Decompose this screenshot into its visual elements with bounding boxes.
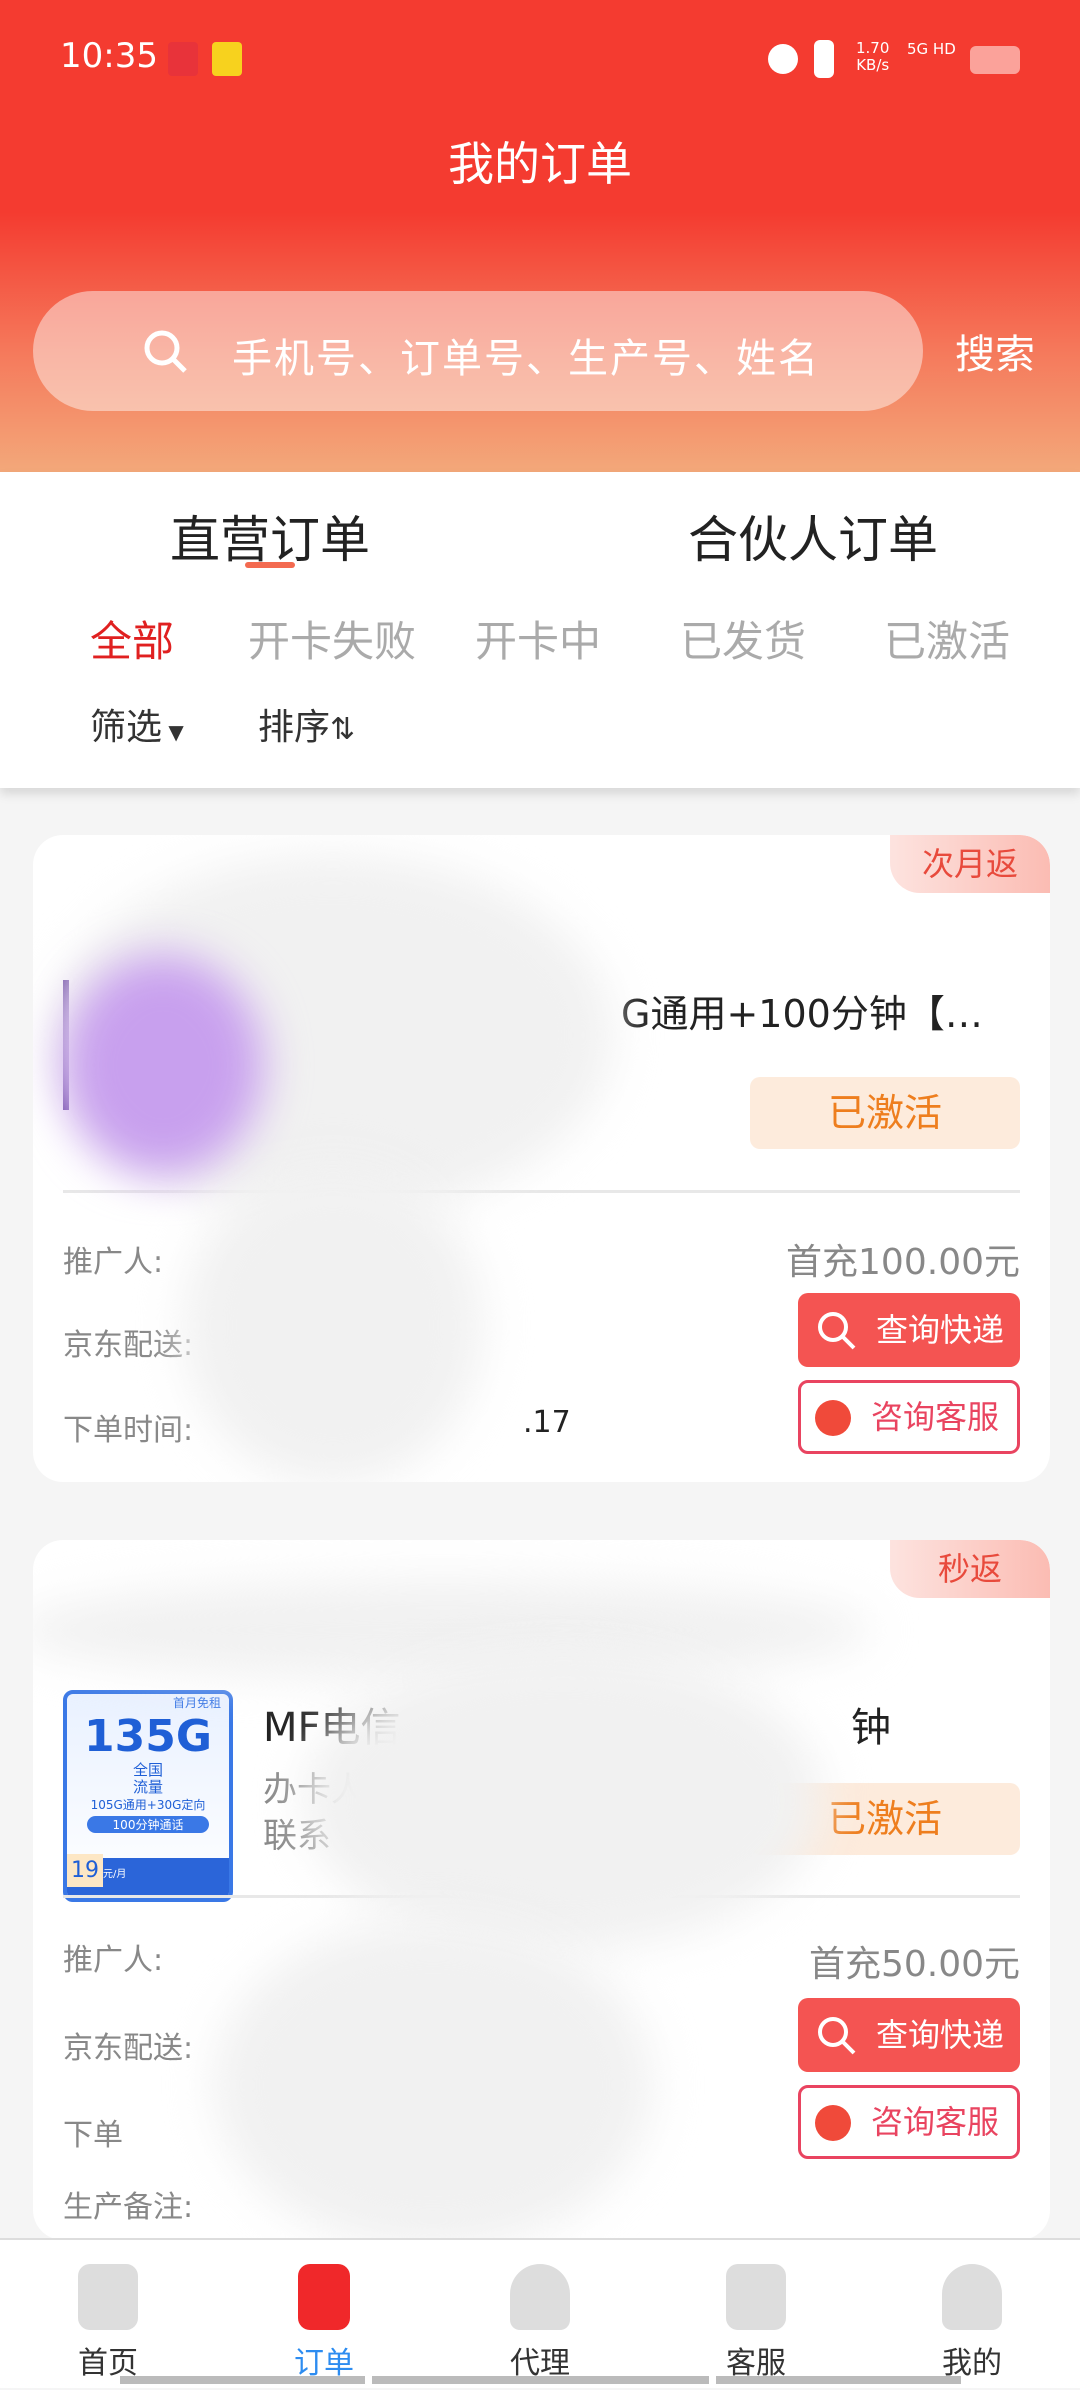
headset-agent-icon	[815, 2105, 851, 2141]
nav-orders[interactable]: 订单	[216, 2240, 432, 2390]
meituan-icon	[212, 42, 242, 76]
order-time-label: 下单时间:	[63, 1413, 194, 1448]
product-title: G通用+100分钟【…	[621, 992, 983, 1036]
user-icon	[942, 2264, 1002, 2330]
product-title-end: 钟	[851, 1705, 891, 1751]
redaction	[213, 1920, 653, 2240]
search-icon	[818, 1312, 856, 1350]
filter-activated[interactable]: 已激活	[884, 608, 1010, 669]
status-badge: 已激活	[750, 1077, 1020, 1149]
contact-service-label: 咨询客服	[871, 2103, 1000, 2141]
filter-button[interactable]: 筛选 ▼	[90, 698, 184, 750]
image-headline: 135G	[84, 1711, 212, 1762]
rebate-badge: 秒返	[890, 1540, 1050, 1598]
product-image: 首月免租 135G 全国流量 105G通用+30G定向 100分钟通话 19 元/…	[63, 1690, 233, 1902]
chat-bubble-icon	[726, 2264, 786, 2330]
headset-agent-icon	[815, 1400, 851, 1436]
delivery-label: 京东配送:	[63, 1328, 194, 1363]
image-tag: 全国	[132, 1761, 163, 1779]
first-charge-price: 首充50.00元	[808, 1944, 1020, 1985]
nav-mine[interactable]: 我的	[864, 2240, 1080, 2390]
page-title: 我的订单	[448, 137, 632, 191]
vibrate-icon	[814, 40, 834, 78]
search-icon	[818, 2017, 856, 2055]
promoter-label: 推广人:	[63, 1943, 164, 1978]
order-time-label: 下单	[63, 2118, 123, 2153]
search-button[interactable]: 搜索	[955, 322, 1035, 380]
image-detail: 105G通用+30G定向	[90, 1798, 206, 1812]
app-notification-icon	[168, 42, 198, 76]
agent-person-icon	[510, 2264, 570, 2330]
image-unit: 元/月	[103, 1869, 127, 1880]
sort-button[interactable]: 排序⇅	[258, 698, 355, 750]
first-charge-price: 首充100.00元	[786, 1242, 1020, 1283]
alarm-icon	[768, 44, 798, 74]
filter-failed[interactable]: 开卡失败	[248, 608, 416, 669]
rebate-badge: 次月返	[890, 835, 1050, 893]
promoter-label: 推广人:	[63, 1245, 164, 1280]
tab-partner-orders[interactable]: 合伙人订单	[688, 500, 938, 572]
nav-home[interactable]: 首页	[0, 2240, 216, 2390]
redaction	[303, 1650, 823, 1950]
filter-opening[interactable]: 开卡中	[475, 608, 601, 669]
nav-agent[interactable]: 代理	[432, 2240, 648, 2390]
search-placeholder: 手机号、订单号、生产号、姓名	[232, 336, 820, 382]
contact-service-label: 咨询客服	[871, 1398, 1000, 1436]
scroll-indicator	[716, 2376, 961, 2384]
bottom-nav: 首页 订单 代理 客服 我的	[0, 2238, 1080, 2388]
network-indicator: 5G HD	[907, 40, 956, 58]
search-icon	[144, 330, 187, 373]
order-time-value: .17	[523, 1405, 571, 1440]
battery-icon	[970, 46, 1020, 74]
tab-underline	[245, 562, 295, 568]
sort-label: 排序	[258, 707, 331, 748]
filter-label: 筛选	[90, 707, 163, 748]
redaction	[63, 955, 263, 1175]
image-minutes: 100分钟通话	[87, 1816, 209, 1833]
delivery-label: 京东配送:	[63, 2031, 194, 2066]
remark-label: 生产备注:	[63, 2190, 194, 2225]
net-speed: 1.70	[856, 39, 890, 57]
image-top-text: 首月免租	[172, 1696, 221, 1710]
image-tag: 流量	[132, 1778, 163, 1796]
caret-down-icon: ▼	[162, 720, 184, 744]
filter-all[interactable]: 全部	[90, 608, 174, 669]
net-unit: KB/s	[856, 56, 890, 74]
track-delivery-label: 查询快递	[876, 2016, 1005, 2054]
order-card[interactable]: 秒返 首月免租 135G 全国流量 105G通用+30G定向 100分钟通话 1…	[33, 1540, 1050, 2240]
track-delivery-label: 查询快递	[876, 1311, 1005, 1349]
image-price: 19	[67, 1854, 103, 1887]
order-bookmark-icon	[298, 2264, 350, 2330]
order-card[interactable]: 次月返 G通用+100分钟【… 已激活 推广人: 京东配送: 下单时间: .17…	[33, 835, 1050, 1482]
status-time: 10:35	[60, 36, 158, 76]
filter-shipped[interactable]: 已发货	[680, 608, 806, 669]
scroll-indicator	[372, 2376, 709, 2384]
sort-icon: ⇅	[330, 712, 356, 747]
nav-service[interactable]: 客服	[648, 2240, 864, 2390]
redaction	[183, 1165, 483, 1482]
scroll-indicator	[120, 2376, 365, 2384]
home-icon	[78, 2264, 138, 2330]
